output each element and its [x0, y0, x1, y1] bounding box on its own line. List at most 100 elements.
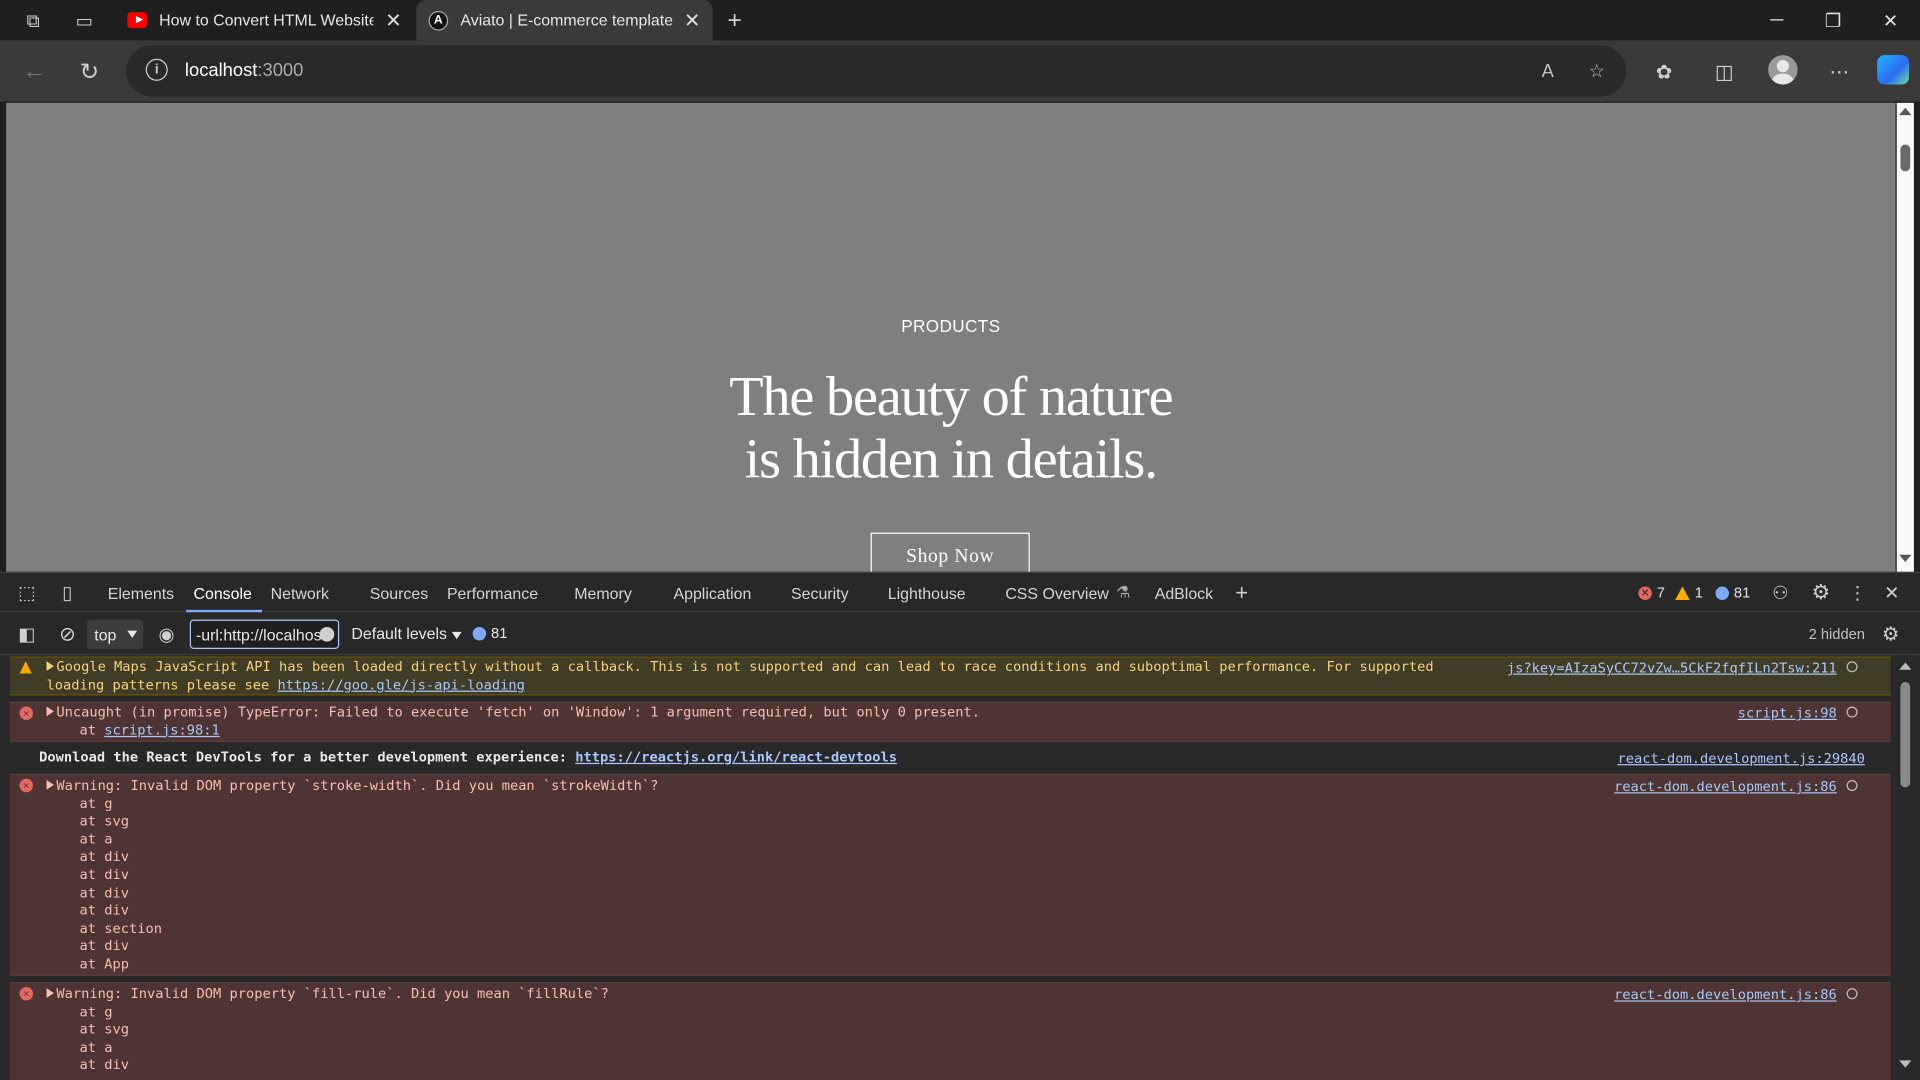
search-icon[interactable]	[1846, 988, 1858, 1000]
read-aloud-icon[interactable]: A	[1534, 59, 1561, 83]
console-error[interactable]: ✕ Warning: Invalid DOM property `fill-ru…	[9, 982, 1891, 1080]
site-info-icon[interactable]: i	[145, 58, 168, 81]
error-icon: ✕	[19, 986, 34, 1001]
search-icon[interactable]	[1846, 780, 1858, 792]
tab-aviato[interactable]: A Aviato | E-commerce template ✕	[416, 0, 713, 41]
tab-console[interactable]: Console	[186, 573, 262, 613]
tab-adblock[interactable]: AdBlock	[1155, 573, 1213, 612]
tab-css-overview[interactable]: CSS Overview ⚗	[1005, 573, 1130, 612]
live-expression-eye-icon[interactable]: ◉	[154, 623, 178, 645]
console-scrollbar[interactable]	[1896, 655, 1914, 1080]
tab-elements[interactable]: Elements	[108, 573, 174, 612]
close-tab-icon[interactable]: ✕	[385, 8, 401, 32]
tab-application[interactable]: Application	[673, 573, 751, 612]
stack-line: at a	[46, 1039, 113, 1056]
source-link[interactable]: react-dom.development.js:86	[1614, 779, 1837, 797]
error-count[interactable]: ✕ 7	[1638, 584, 1665, 601]
devtools-panel: ⬚ ▯ Elements Console Network Sources Per…	[0, 571, 1920, 1080]
clear-filter-icon[interactable]	[319, 626, 335, 642]
stack-line: at div	[46, 849, 130, 865]
tab-network[interactable]: Network	[271, 573, 329, 612]
tab-security[interactable]: Security	[791, 573, 849, 612]
tab-lighthouse[interactable]: Lighthouse	[888, 573, 966, 612]
url-text: localhost:3000	[184, 60, 304, 81]
tab-memory[interactable]: Memory	[574, 573, 631, 612]
console-error[interactable]: ✕ Warning: Invalid DOM property `stroke-…	[9, 773, 1891, 976]
workspaces-icon[interactable]: ⧉	[20, 7, 47, 34]
address-bar[interactable]: i localhost:3000 A ☆	[126, 45, 1627, 97]
close-devtools-icon[interactable]: ✕	[1880, 580, 1904, 604]
tab-sources[interactable]: Sources	[370, 573, 428, 612]
source-link[interactable]: react-dom.development.js:29840	[1617, 751, 1864, 769]
shop-now-button[interactable]: Shop Now	[870, 532, 1030, 572]
search-icon[interactable]	[1846, 661, 1858, 673]
toolbar-message-count[interactable]: 81	[472, 624, 507, 642]
kebab-menu-icon[interactable]: ⋮	[1845, 580, 1869, 604]
page-scrollbar[interactable]	[1896, 102, 1914, 572]
source-link[interactable]: react-dom.development.js:86	[1614, 987, 1837, 1005]
experiment-flask-icon: ⚗	[1116, 582, 1131, 602]
tab-actions-icon[interactable]: ▭	[71, 7, 98, 34]
console-error[interactable]: ✕ Uncaught (in promise) TypeError: Faile…	[9, 701, 1891, 743]
expand-triangle-icon[interactable]	[46, 780, 54, 790]
sidebar-toggle-icon[interactable]: ◧	[15, 623, 39, 645]
tab-title: Aviato | E-commerce template	[460, 11, 672, 30]
more-tabs-plus-icon[interactable]: +	[1229, 580, 1253, 604]
stack-line: at div	[46, 866, 130, 883]
warning-icon	[1675, 585, 1690, 600]
hidden-count: 2 hidden	[1808, 625, 1865, 643]
back-icon[interactable]: ←	[18, 56, 50, 88]
expand-triangle-icon[interactable]	[46, 706, 54, 717]
profile-avatar[interactable]	[1768, 55, 1798, 85]
reload-icon[interactable]: ↻	[73, 56, 105, 88]
message-link[interactable]: https://goo.gle/js-api-loading	[277, 677, 524, 693]
console-info[interactable]: Download the React DevTools for a better…	[10, 747, 1891, 771]
hero-title-line-1: The beauty of nature	[729, 364, 1173, 428]
stack-line: at div	[46, 938, 130, 955]
warning-count[interactable]: 1	[1675, 584, 1703, 601]
message-count[interactable]: 81	[1715, 584, 1750, 601]
stack-line: at App	[46, 956, 130, 973]
copilot-icon[interactable]	[1877, 55, 1909, 85]
inspect-element-icon[interactable]: ⬚	[15, 582, 39, 604]
console-warning[interactable]: Google Maps JavaScript API has been load…	[9, 656, 1891, 696]
scroll-down-arrow[interactable]	[1899, 1060, 1912, 1068]
new-tab-icon[interactable]: +	[721, 7, 748, 34]
filter-input[interactable]: -url:http://localhost	[189, 619, 340, 649]
tab-performance[interactable]: Performance	[447, 573, 538, 612]
scroll-down-arrow[interactable]	[1899, 554, 1912, 563]
favorite-star-icon[interactable]: ☆	[1583, 59, 1610, 83]
title-bar: ⧉ ▭ How to Convert HTML Website to ✕ A A…	[0, 0, 1920, 41]
log-levels-dropdown[interactable]: Default levels	[351, 624, 462, 643]
search-icon[interactable]	[1846, 706, 1858, 718]
scroll-up-arrow[interactable]	[1899, 107, 1912, 116]
scroll-thumb[interactable]	[1900, 144, 1911, 172]
devtools-tab-bar: ⬚ ▯ Elements Console Network Sources Per…	[0, 573, 1920, 613]
source-link[interactable]: script.js:98	[1738, 705, 1837, 723]
hero-eyebrow: PRODUCTS	[901, 315, 1001, 336]
expand-triangle-icon[interactable]	[46, 988, 54, 998]
aviato-logo-icon: A	[428, 10, 449, 31]
restore-icon[interactable]: ❐	[1805, 0, 1861, 40]
close-window-icon[interactable]: ✕	[1862, 0, 1918, 40]
issues-feedback-icon[interactable]: ⚇	[1768, 582, 1792, 604]
scroll-up-arrow[interactable]	[1899, 662, 1912, 670]
chevron-down-icon	[127, 630, 138, 638]
context-selector[interactable]: top	[86, 619, 144, 649]
message-link[interactable]: https://reactjs.org/link/react-devtools	[575, 749, 897, 765]
scroll-thumb[interactable]	[1900, 682, 1911, 788]
source-link[interactable]: js?key=AIzaSyCC72vZw…5CkF2fqfILn2Tsw:211	[1507, 660, 1837, 678]
clear-console-icon[interactable]: ⊘	[55, 623, 79, 645]
split-screen-icon[interactable]: ◫	[1708, 56, 1740, 88]
close-tab-icon[interactable]: ✕	[684, 8, 700, 32]
expand-triangle-icon[interactable]	[46, 661, 54, 672]
settings-gear-icon[interactable]: ⚙	[1809, 580, 1833, 604]
device-toolbar-icon[interactable]: ▯	[55, 582, 79, 604]
stack-link[interactable]: script.js:98:1	[104, 722, 219, 738]
tab-youtube[interactable]: How to Convert HTML Website to ✕	[115, 0, 414, 41]
error-icon: ✕	[1638, 585, 1652, 600]
console-settings-icon[interactable]: ⚙	[1878, 622, 1902, 646]
minimize-icon[interactable]: ─	[1749, 0, 1805, 40]
more-menu-icon[interactable]: ⋯	[1823, 56, 1855, 88]
extensions-icon[interactable]: ✿	[1648, 56, 1680, 88]
